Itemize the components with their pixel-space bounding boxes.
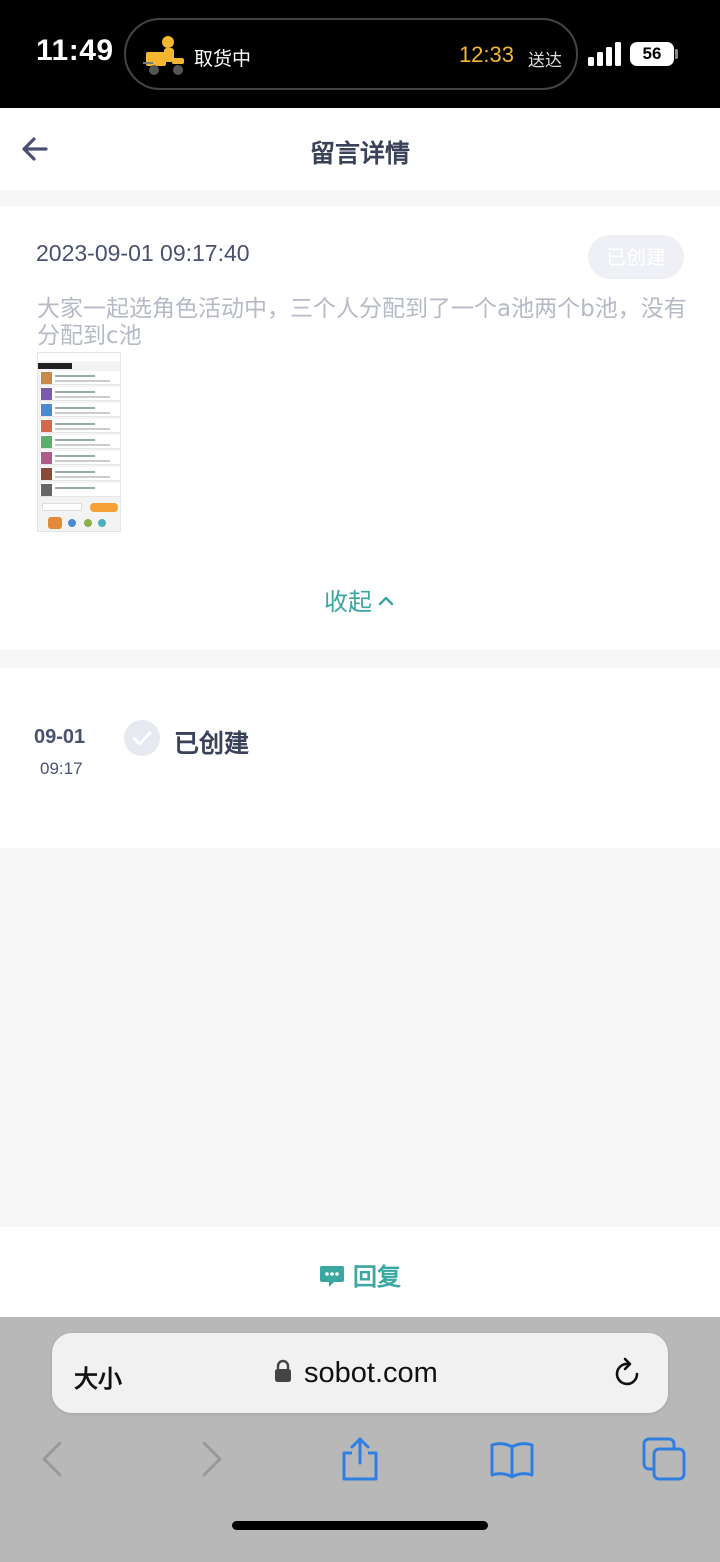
dynamic-island-live-activity[interactable]: 取货中 12:33 送达 <box>124 18 578 90</box>
message-card: 2023-09-01 09:17:40 已创建 大家一起选角色活动中，三个人分配… <box>0 206 720 650</box>
message-text: 大家一起选角色活动中，三个人分配到了一个a池两个b池，没有分配到c池 <box>37 296 687 349</box>
tabs-icon[interactable] <box>640 1435 688 1483</box>
reply-bar: 回复 <box>0 1227 720 1317</box>
share-icon[interactable] <box>336 1435 384 1483</box>
thumb-redacted <box>38 363 72 369</box>
thumb-tab <box>84 519 92 527</box>
thumb-tab <box>68 519 76 527</box>
thumb-row <box>40 387 120 401</box>
back-icon[interactable] <box>30 1435 78 1483</box>
status-badge: 已创建 <box>588 235 684 279</box>
timeline-status: 已创建 <box>174 729 250 758</box>
battery-nub <box>675 49 678 59</box>
thumb-row <box>40 371 120 385</box>
delivery-rider-icon <box>143 36 184 75</box>
chat-bubble-icon <box>320 1266 344 1287</box>
collapse-label: 收起 <box>324 588 372 616</box>
thumb-row <box>40 451 120 465</box>
bookmarks-icon[interactable] <box>488 1435 536 1483</box>
collapse-button[interactable]: 收起 <box>0 582 720 617</box>
browser-toolbar <box>0 1435 720 1491</box>
thumb-status <box>38 353 120 361</box>
status-bar: 11:49 取货中 12:33 送达 56 <box>0 0 720 108</box>
browser-chrome: 大小 sobot.com <box>0 1317 720 1562</box>
reload-icon[interactable] <box>612 1355 644 1391</box>
thumb-home-bar <box>64 531 96 532</box>
thumb-row <box>40 467 120 481</box>
eta-time: 12:33 <box>458 42 514 67</box>
thumb-tab <box>98 519 106 527</box>
thumb-button <box>90 503 118 512</box>
thumb-tab <box>48 517 62 529</box>
cellular-signal-icon <box>588 42 621 66</box>
chevron-up-icon <box>378 596 394 606</box>
status-time: 11:49 <box>36 34 114 67</box>
activity-label: 取货中 <box>194 48 252 70</box>
attachment-thumbnail[interactable] <box>37 352 121 532</box>
thumb-row <box>40 435 120 449</box>
battery-indicator: 56 <box>630 42 674 66</box>
text-size-button[interactable]: 大小 <box>74 1359 122 1394</box>
status-timeline: 09-01 09:17 已创建 <box>0 668 720 848</box>
thumb-row <box>40 403 120 417</box>
forward-icon[interactable] <box>186 1435 234 1483</box>
thumb-row <box>40 419 120 433</box>
timeline-date: 09-01 <box>34 726 86 748</box>
url-text: sobot.com <box>304 1357 438 1389</box>
reply-button[interactable]: 回复 <box>0 1257 720 1292</box>
address-bar[interactable]: 大小 sobot.com <box>52 1333 668 1413</box>
check-circle-icon <box>124 720 160 756</box>
reply-label: 回复 <box>353 1263 401 1291</box>
message-date: 2023-09-01 09:17:40 <box>36 240 250 266</box>
page-title: 留言详情 <box>309 139 410 168</box>
thumb-input <box>42 503 82 511</box>
page-header: 留言详情 <box>0 108 720 190</box>
timeline-time: 09:17 <box>40 759 83 778</box>
home-indicator <box>232 1521 488 1530</box>
thumb-row <box>40 483 120 497</box>
eta-suffix: 送达 <box>528 51 562 71</box>
lock-icon <box>275 1359 291 1382</box>
